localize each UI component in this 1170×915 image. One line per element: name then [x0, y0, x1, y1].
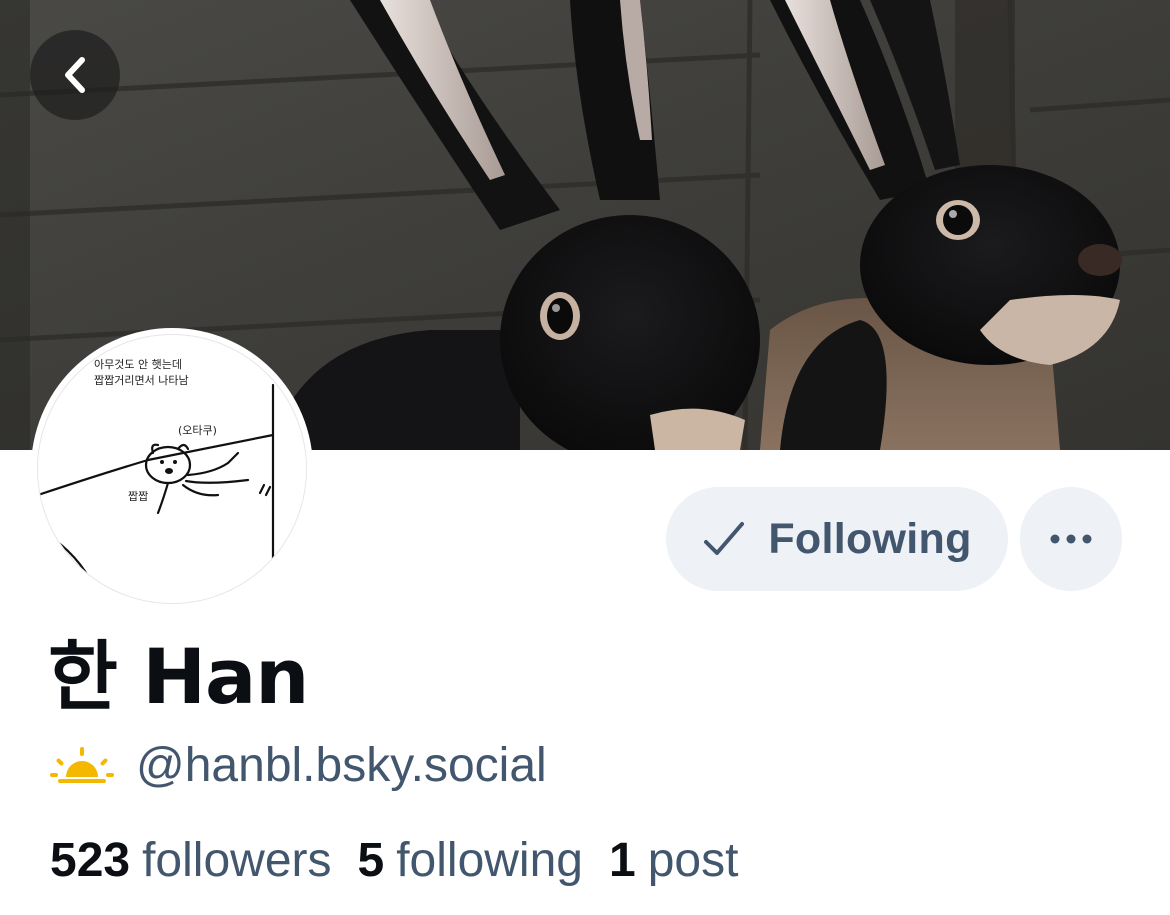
sunrise-icon	[50, 747, 114, 783]
following-button-label: Following	[768, 514, 972, 563]
posts-count: 1	[608, 833, 636, 887]
handle[interactable]: @hanbl.bsky.social	[136, 738, 547, 793]
avatar-drawing	[38, 383, 275, 587]
more-options-button[interactable]	[1020, 487, 1122, 591]
handle-row: @hanbl.bsky.social	[50, 735, 547, 795]
chevron-left-icon	[65, 57, 85, 93]
checkmark-icon	[704, 522, 745, 555]
back-button[interactable]	[30, 30, 120, 120]
followers-count[interactable]: 523	[50, 833, 130, 888]
posts-label: post	[647, 833, 739, 887]
avatar-illustration: 아무것도 안 햇는데 짭짭거리면서 나타남 (오타쿠) 짭짭	[37, 334, 307, 604]
following-count[interactable]: 5	[358, 833, 385, 888]
display-name: 한 Han	[48, 632, 309, 721]
following-button[interactable]: Following	[666, 487, 1008, 591]
profile-stats: 523 followers 5 following 1 post	[50, 830, 764, 890]
avatar[interactable]: 아무것도 안 햇는데 짭짭거리면서 나타남 (오타쿠) 짭짭	[33, 330, 311, 608]
following-label[interactable]: following	[396, 833, 583, 888]
followers-label[interactable]: followers	[142, 833, 331, 888]
ellipsis-icon	[1050, 534, 1092, 544]
